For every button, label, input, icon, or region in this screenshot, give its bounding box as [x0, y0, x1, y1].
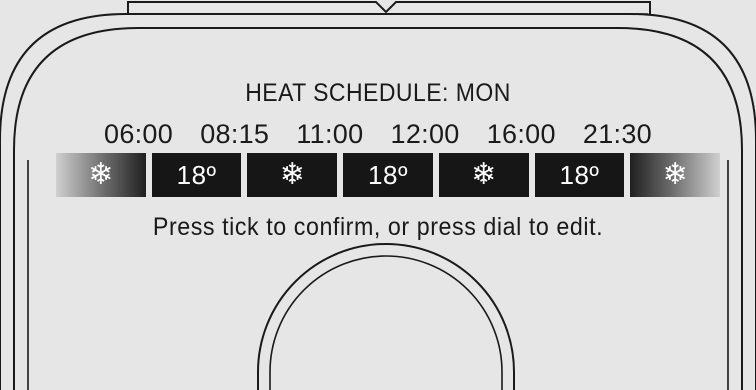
schedule-segment-frost[interactable]: ❄ [247, 153, 338, 197]
segment-temperature: 18º [176, 160, 217, 190]
time-label: 12:00 [390, 119, 460, 149]
instruction-text: Press tick to confirm, or press dial to … [152, 213, 604, 241]
schedule-segment-frost[interactable]: ❄ [630, 153, 721, 197]
schedule-title: HEAT SCHEDULE: MON [245, 79, 511, 107]
snowflake-icon: ❄ [88, 158, 114, 191]
schedule-segment-heat[interactable]: 18º [151, 153, 242, 197]
schedule-segment-frost[interactable]: ❄ [438, 153, 529, 197]
snowflake-icon: ❄ [662, 158, 688, 191]
time-label: 11:00 [296, 119, 364, 149]
schedule-segment-frost[interactable]: ❄ [56, 153, 146, 197]
schedule-strip: ❄ 18º ❄ 18º ❄ 18º ❄ [56, 153, 721, 197]
snowflake-icon: ❄ [279, 158, 305, 191]
time-label: 16:00 [486, 119, 556, 149]
segment-temperature: 18º [559, 160, 600, 190]
schedule-segment-heat[interactable]: 18º [534, 153, 625, 197]
time-label: 08:15 [200, 119, 270, 149]
time-label: 06:00 [104, 119, 174, 149]
schedule-segment-heat[interactable]: 18º [343, 153, 433, 197]
schedule-times: 06:00 08:15 11:00 12:00 16:00 21:30 [104, 117, 652, 151]
time-label: 21:30 [582, 119, 652, 149]
segment-temperature: 18º [368, 160, 408, 190]
snowflake-icon: ❄ [471, 158, 497, 191]
